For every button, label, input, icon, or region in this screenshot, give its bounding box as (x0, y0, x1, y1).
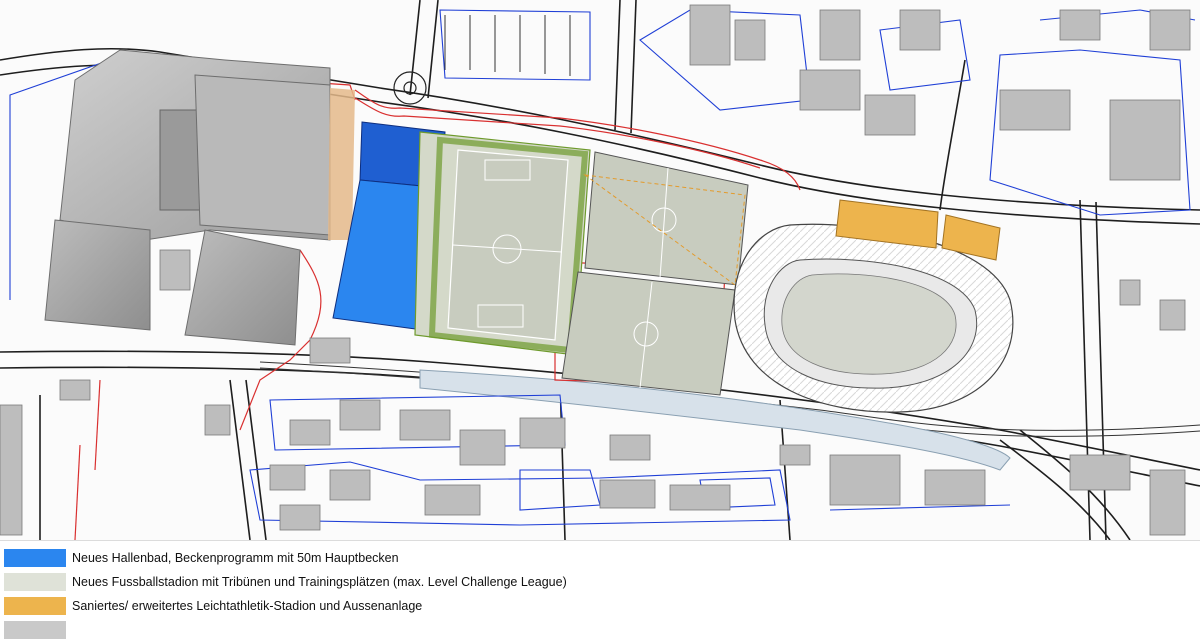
zone-fussballstadion[interactable] (414, 131, 591, 356)
legend-swatch-fussballstadion (4, 573, 66, 591)
legend-label-fussballstadion: Neues Fussballstadion mit Tribünen und T… (72, 575, 567, 589)
legend-item-leichtathletik: Saniertes/ erweitertes Leichtathletik-St… (0, 595, 1200, 617)
orange-strip-west (328, 88, 355, 240)
legend-label-hallenbad: Neues Hallenbad, Beckenprogramm mit 50m … (72, 551, 399, 565)
legend-item-fussballstadion: Neues Fussballstadion mit Tribünen und T… (0, 571, 1200, 593)
legend-item-partial (0, 619, 1200, 641)
legend-item-hallenbad: Neues Hallenbad, Beckenprogramm mit 50m … (0, 547, 1200, 569)
zone-leichtathletik[interactable] (733, 199, 1014, 413)
legend-swatch-leichtathletik (4, 597, 66, 615)
legend-label-leichtathletik: Saniertes/ erweitertes Leichtathletik-St… (72, 599, 423, 613)
map-legend: Neues Hallenbad, Beckenprogramm mit 50m … (0, 540, 1200, 639)
legend-swatch-partial (4, 621, 66, 639)
site-plan-svg (0, 0, 1200, 540)
legend-swatch-hallenbad (4, 549, 66, 567)
site-plan-map[interactable] (0, 0, 1200, 540)
